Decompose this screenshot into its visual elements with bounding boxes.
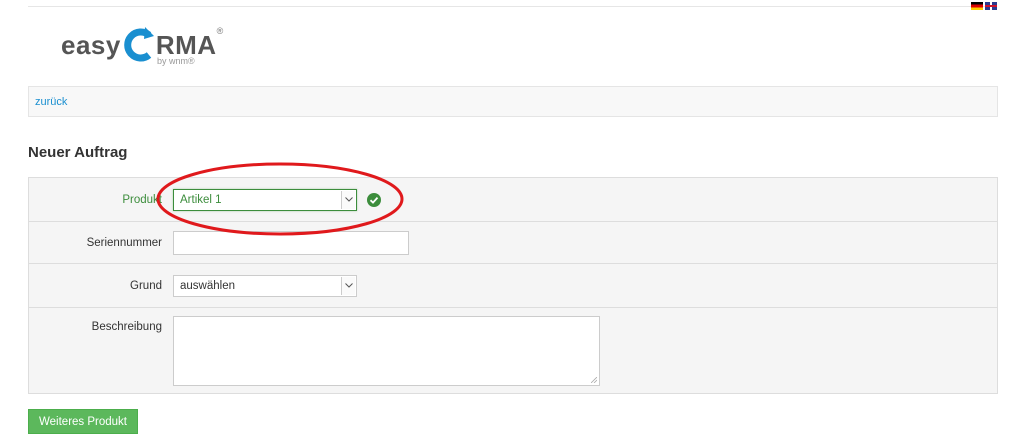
flag-germany-icon[interactable] xyxy=(971,2,983,10)
reason-select[interactable]: auswählen xyxy=(173,274,357,297)
logo-text-easy: easy xyxy=(61,29,121,60)
description-textarea[interactable] xyxy=(173,316,600,386)
order-form: Produkt Artikel 1 Seriennummer Grund aus… xyxy=(28,177,998,394)
language-switcher xyxy=(971,2,997,10)
serial-label: Seriennummer xyxy=(86,236,162,249)
add-product-button[interactable]: Weiteres Produkt xyxy=(28,409,138,434)
form-row-reason: Grund auswählen xyxy=(29,264,997,308)
serial-input[interactable] xyxy=(173,230,409,255)
form-row-product: Produkt Artikel 1 xyxy=(29,178,997,222)
back-bar: zurück xyxy=(28,86,998,117)
back-link[interactable]: zurück xyxy=(35,96,67,108)
product-select[interactable]: Artikel 1 xyxy=(173,188,357,211)
product-label: Produkt xyxy=(122,193,162,206)
header-divider xyxy=(28,6,994,7)
logo-registered-mark: ® xyxy=(216,26,224,36)
reason-label: Grund xyxy=(130,279,162,292)
product-select-value: Artikel 1 xyxy=(180,193,222,206)
chevron-down-icon[interactable] xyxy=(341,190,355,209)
page-title: Neuer Auftrag xyxy=(28,144,128,161)
check-circle-icon xyxy=(367,192,381,207)
reason-select-value: auswählen xyxy=(180,279,235,292)
logo-byline: by wnm® xyxy=(157,56,195,66)
form-row-serial: Seriennummer xyxy=(29,222,997,264)
form-row-description: Beschreibung xyxy=(29,308,997,393)
resize-grip-icon[interactable] xyxy=(591,377,597,383)
logo-circle-arrow-icon xyxy=(124,27,154,62)
logo[interactable]: easy RMA ® by wnm® xyxy=(61,20,223,70)
flag-uk-icon[interactable] xyxy=(985,2,997,10)
chevron-down-icon[interactable] xyxy=(341,276,355,295)
description-label: Beschreibung xyxy=(91,321,162,333)
